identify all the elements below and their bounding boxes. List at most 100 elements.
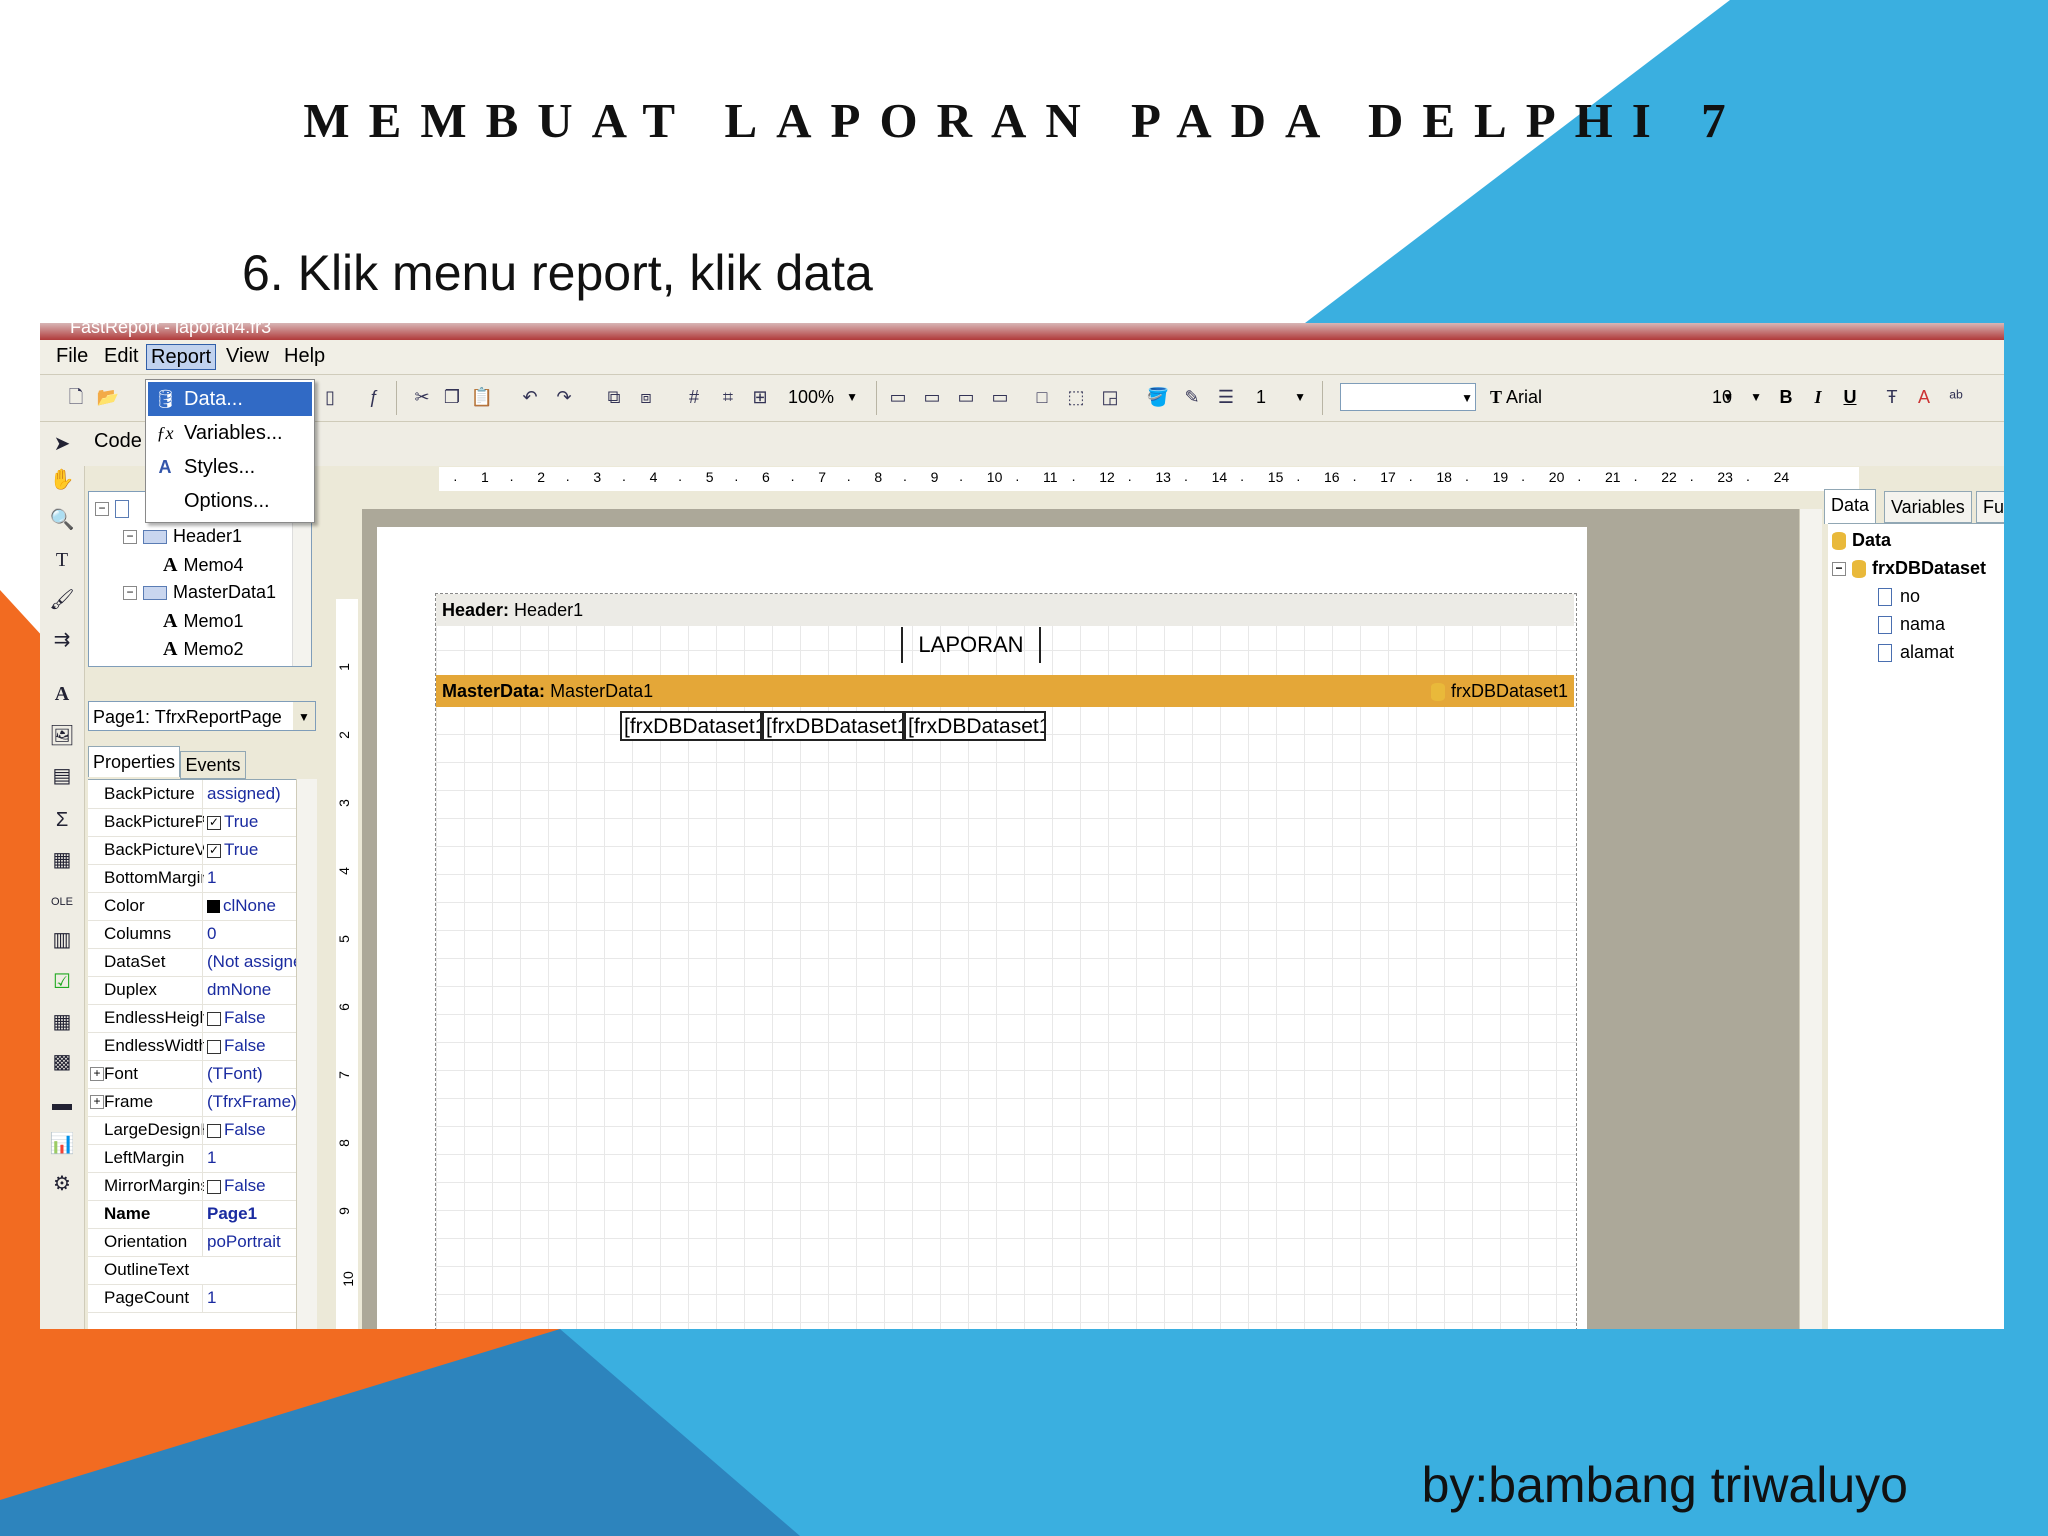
checkbox-icon[interactable] xyxy=(207,1179,221,1194)
property-value[interactable]: 1 xyxy=(202,864,296,892)
dialog-tool-icon[interactable]: ⚙ xyxy=(48,1170,76,1198)
menu-item-variables[interactable]: ƒx Variables... xyxy=(148,416,312,450)
property-value[interactable]: 1 xyxy=(202,1144,296,1172)
font-name-combo[interactable]: T Arial ▼ xyxy=(1486,383,1736,411)
window-titlebar[interactable]: FastReport - laporan4.fr3 xyxy=(40,323,2004,340)
data-tree-root[interactable]: Data xyxy=(1832,530,1891,551)
memo-tool-icon[interactable]: A xyxy=(48,680,76,708)
new-file-icon[interactable]: 🗋 xyxy=(64,385,88,409)
property-value[interactable]: ✓ True xyxy=(202,808,296,836)
italic-button[interactable]: I xyxy=(1806,385,1830,409)
function-icon[interactable]: ƒ xyxy=(362,385,386,409)
property-row[interactable]: Orientation poPortrait xyxy=(88,1228,296,1257)
property-value[interactable]: 0 xyxy=(202,920,296,948)
line-tool-icon[interactable]: ▬ xyxy=(48,1090,76,1118)
ungroup-icon[interactable]: ⧈ xyxy=(634,385,658,409)
db-cross-tab-icon[interactable]: ▩ xyxy=(48,1048,76,1076)
menu-report[interactable]: Report xyxy=(146,344,217,370)
rich-text-icon[interactable]: ▦ xyxy=(48,846,76,874)
property-row[interactable]: BackPicture assigned) xyxy=(88,780,296,809)
preview-icon[interactable]: ▯ xyxy=(318,385,342,409)
frame-none-icon[interactable]: ⬚ xyxy=(1064,385,1088,409)
property-value[interactable]: (TfrxFrame) xyxy=(202,1088,296,1116)
checkbox-icon[interactable]: ✓ xyxy=(207,843,221,858)
tree-root[interactable]: − xyxy=(95,498,135,519)
property-row[interactable]: Duplex dmNone xyxy=(88,976,296,1005)
masterdata-band[interactable]: MasterData: MasterData1 frxDBDataset1 xyxy=(436,675,1574,707)
property-value[interactable]: clNone xyxy=(202,892,296,920)
property-value[interactable]: assigned) xyxy=(202,780,296,808)
design-vertical-scrollbar[interactable] xyxy=(1799,509,1822,1329)
menu-view[interactable]: View xyxy=(222,344,273,368)
property-row[interactable]: Color clNone xyxy=(88,892,296,921)
chart-tool-icon[interactable]: 📊 xyxy=(48,1130,76,1158)
undo-icon[interactable]: ↶ xyxy=(518,385,542,409)
tree-item-memo4[interactable]: A Memo4 xyxy=(163,554,243,577)
group-icon[interactable]: ⧉ xyxy=(602,385,626,409)
align-grid-icon[interactable]: ⌗ xyxy=(716,385,740,409)
tab-properties[interactable]: Properties xyxy=(88,746,180,777)
frame-left-icon[interactable]: ▭ xyxy=(954,385,978,409)
zoom-icon[interactable]: 🔍 xyxy=(48,506,76,534)
property-row[interactable]: LeftMargin 1 xyxy=(88,1144,296,1173)
property-value[interactable]: False xyxy=(202,1032,296,1060)
property-row[interactable]: Name Page1 xyxy=(88,1200,296,1229)
subreport-tool-icon[interactable]: ▤ xyxy=(48,762,76,790)
sum-icon[interactable]: Σ xyxy=(48,806,76,834)
property-value[interactable]: 1 xyxy=(202,1284,296,1312)
data-tree-field-nama[interactable]: nama xyxy=(1878,614,1945,635)
menu-item-options[interactable]: Options... xyxy=(148,484,312,518)
frame-color-icon[interactable]: ✎ xyxy=(1180,385,1204,409)
properties-scrollbar[interactable] xyxy=(296,779,317,1329)
data-tree-field-alamat[interactable]: alamat xyxy=(1878,642,1954,663)
picture-tool-icon[interactable]: 🖼 xyxy=(48,722,76,750)
menu-edit[interactable]: Edit xyxy=(100,344,142,368)
tab-code[interactable]: Code xyxy=(94,430,142,453)
property-row[interactable]: OutlineText xyxy=(88,1256,296,1285)
tab-data[interactable]: Data xyxy=(1824,489,1877,524)
grid-icon[interactable]: # xyxy=(682,385,706,409)
tree-item-memo2[interactable]: A Memo2 xyxy=(163,638,243,661)
font-color-icon[interactable]: A xyxy=(1912,385,1936,409)
property-row[interactable]: BackPictureVi ✓ True xyxy=(88,836,296,865)
frame-style-icon[interactable]: ☰ xyxy=(1214,385,1238,409)
menu-help[interactable]: Help xyxy=(280,344,329,368)
zoom-combo[interactable]: 100% ▼ xyxy=(784,383,860,411)
tree-item-masterdata1[interactable]: − MasterData1 xyxy=(123,582,276,603)
header-band[interactable]: Header: Header1 xyxy=(436,594,1574,626)
font-dialog-icon[interactable]: Ŧ xyxy=(1880,385,1904,409)
menu-item-styles[interactable]: A Styles... xyxy=(148,450,312,484)
fill-color-icon[interactable]: 🪣 xyxy=(1146,385,1170,409)
tab-events[interactable]: Events xyxy=(180,751,246,779)
tab-variables[interactable]: Variables xyxy=(1884,491,1972,523)
property-row[interactable]: BackPicturePr ✓ True xyxy=(88,808,296,837)
memo-laporan[interactable]: LAPORAN xyxy=(901,627,1041,663)
underline-button[interactable]: U xyxy=(1838,385,1862,409)
open-folder-icon[interactable]: 📂 xyxy=(96,385,120,409)
property-value[interactable]: False xyxy=(202,1116,296,1144)
checkbox-icon[interactable]: ✓ xyxy=(207,815,221,830)
property-row[interactable]: + Font (TFont) xyxy=(88,1060,296,1089)
property-value[interactable]: False xyxy=(202,1004,296,1032)
tree-item-header1[interactable]: − Header1 xyxy=(123,526,242,547)
cross-tab-icon[interactable]: ▦ xyxy=(48,1008,76,1036)
data-tree-field-no[interactable]: no xyxy=(1878,586,1920,607)
property-row[interactable]: EndlessHeight False xyxy=(88,1004,296,1033)
expand-icon[interactable]: + xyxy=(90,1095,104,1109)
checkbox-icon[interactable] xyxy=(207,1011,221,1026)
property-value[interactable]: ✓ True xyxy=(202,836,296,864)
property-value[interactable]: False xyxy=(202,1172,296,1200)
property-value[interactable]: dmNone xyxy=(202,976,296,1004)
select-arrow-icon[interactable]: ➤ xyxy=(48,430,76,458)
bold-button[interactable]: B xyxy=(1774,385,1798,409)
hand-icon[interactable]: ✋ xyxy=(48,466,76,494)
highlight-icon[interactable]: ᵃᵇ xyxy=(1944,385,1968,409)
copy-icon[interactable]: ❐ xyxy=(440,385,464,409)
checkbox-icon[interactable] xyxy=(207,1123,221,1138)
property-row[interactable]: EndlessWidth False xyxy=(88,1032,296,1061)
band-tool-icon[interactable]: ⇉ xyxy=(48,626,76,654)
property-row[interactable]: LargeDesignH False xyxy=(88,1116,296,1145)
font-size-combo[interactable]: 10 ▼ xyxy=(1708,383,1764,411)
property-value[interactable]: (TFont) xyxy=(202,1060,296,1088)
property-row[interactable]: DataSet (Not assigned xyxy=(88,948,296,977)
